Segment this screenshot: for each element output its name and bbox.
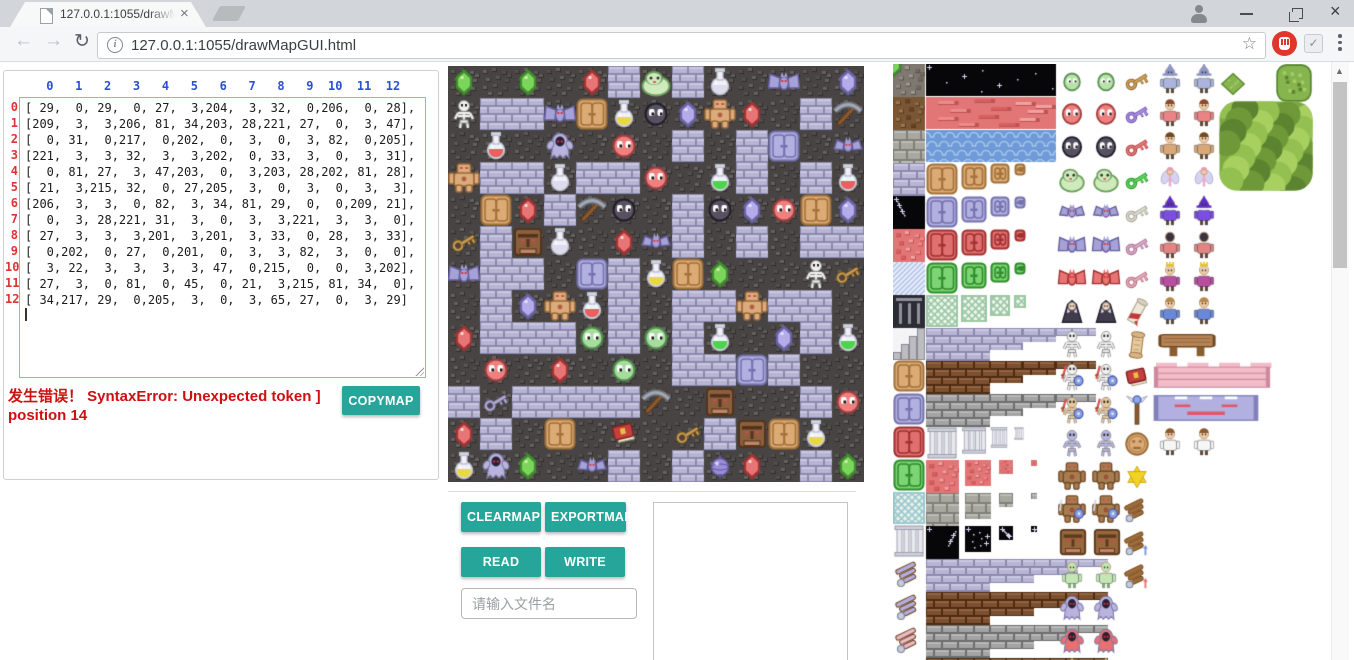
scrollbar-thumb[interactable] bbox=[1333, 82, 1347, 268]
browser-menu-icon[interactable] bbox=[1338, 34, 1342, 54]
tileset-palette-canvas[interactable] bbox=[893, 64, 1317, 660]
minimize-button[interactable] bbox=[1240, 13, 1253, 15]
extension-check-icon[interactable]: ✓ bbox=[1304, 34, 1323, 53]
exportmap-button[interactable]: EXPORTMAP bbox=[545, 502, 626, 532]
bookmark-star-icon[interactable]: ☆ bbox=[1242, 34, 1257, 54]
tab-bar: 127.0.0.1:1055/drawMa × × bbox=[0, 0, 1354, 27]
tab-title-fade bbox=[148, 6, 176, 24]
matrix-textarea[interactable] bbox=[19, 97, 426, 378]
tab-close-icon[interactable]: × bbox=[180, 5, 189, 22]
new-tab-button[interactable] bbox=[212, 6, 246, 21]
matrix-row-headers: 0 1 2 3 4 5 6 7 8 9 10 11 12 bbox=[5, 99, 18, 307]
info-icon[interactable]: i bbox=[107, 37, 123, 53]
page-scrollbar[interactable]: ▲ bbox=[1331, 62, 1349, 660]
restore-button[interactable] bbox=[1292, 8, 1303, 19]
clearmap-button[interactable]: CLEARMAP bbox=[461, 502, 541, 532]
filename-input[interactable] bbox=[461, 588, 637, 619]
scrollbar-up-icon[interactable]: ▲ bbox=[1335, 66, 1344, 76]
error-message: 发生错误！ SyntaxError: Unexpected token ] po… bbox=[8, 387, 341, 425]
divider bbox=[448, 491, 856, 492]
url-text[interactable]: 127.0.0.1:1055/drawMapGUI.html bbox=[131, 33, 356, 58]
copymap-button[interactable]: COPYMAP bbox=[342, 386, 420, 415]
reload-icon[interactable]: ↻ bbox=[74, 30, 90, 53]
matrix-editor-panel: 0 1 2 3 4 5 6 7 8 9 10 11 12 0 1 2 3 4 5… bbox=[3, 70, 439, 480]
back-icon[interactable]: ← bbox=[14, 30, 33, 52]
matrix-column-headers: 0 1 2 3 4 5 6 7 8 9 10 11 12 bbox=[39, 79, 400, 93]
page-favicon-icon bbox=[40, 8, 53, 24]
profile-icon[interactable] bbox=[1188, 3, 1210, 25]
forward-icon[interactable]: → bbox=[44, 30, 63, 52]
window-close-button[interactable]: × bbox=[1330, 1, 1341, 22]
browser-window: 127.0.0.1:1055/drawMa × × ← → ↻ i 127.0.… bbox=[0, 0, 1354, 660]
extension-hand-icon[interactable] bbox=[1272, 31, 1297, 56]
map-canvas[interactable] bbox=[448, 66, 864, 482]
browser-tab[interactable]: 127.0.0.1:1055/drawMa × bbox=[10, 2, 206, 27]
write-button[interactable]: WRITE bbox=[545, 547, 625, 577]
browser-toolbar: ← → ↻ i 127.0.0.1:1055/drawMapGUI.html ☆… bbox=[0, 27, 1354, 62]
read-button[interactable]: READ bbox=[461, 547, 541, 577]
output-log-box bbox=[653, 502, 848, 660]
address-bar[interactable]: i 127.0.0.1:1055/drawMapGUI.html ☆ bbox=[97, 32, 1266, 59]
